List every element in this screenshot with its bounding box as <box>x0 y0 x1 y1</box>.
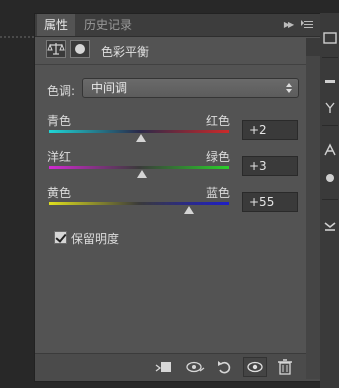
collapse-panel-icon[interactable]: ▶▶ <box>279 14 297 36</box>
adjustment-title: 色彩平衡 <box>101 45 150 59</box>
slider-row-yellow-blue: 黄色 蓝色 +55 <box>35 184 320 224</box>
view-previous-state-icon[interactable] <box>183 357 207 377</box>
yellow-blue-slider-track[interactable] <box>49 202 229 205</box>
tone-dropdown[interactable]: 中间调 <box>82 78 299 98</box>
tone-label: 色调: <box>47 84 76 98</box>
reset-icon[interactable] <box>213 357 237 377</box>
tab-properties[interactable]: 属性 <box>37 14 76 36</box>
slider-right-label: 蓝色 <box>205 186 230 200</box>
yellow-blue-value-input[interactable]: +55 <box>242 192 298 212</box>
panel-tab-bar: 属性 历史记录 ▶▶ <box>35 14 320 37</box>
slider-left-label: 洋红 <box>47 150 72 164</box>
canvas-background <box>0 36 34 38</box>
slider-row-magenta-green: 洋红 绿色 +3 <box>35 148 320 188</box>
cyan-red-slider-thumb[interactable] <box>135 134 146 142</box>
balance-scale-icon <box>46 40 66 58</box>
cyan-red-value-input[interactable]: +2 <box>242 120 298 140</box>
dock-tool-icon[interactable] <box>323 219 337 233</box>
dock-tool-icon[interactable] <box>323 75 337 89</box>
tab-history[interactable]: 历史记录 <box>77 14 139 36</box>
dock-tool-icon[interactable] <box>323 101 337 115</box>
header-divider <box>35 64 320 65</box>
tone-selected-value: 中间调 <box>91 81 128 95</box>
dock-tool-icon[interactable] <box>323 171 337 185</box>
right-dock-toolbar <box>320 13 339 388</box>
panel-menu-icon[interactable] <box>301 20 313 30</box>
mask-icon[interactable] <box>70 40 90 58</box>
slider-left-label: 青色 <box>47 114 72 128</box>
panel-scrollbar[interactable] <box>306 56 320 379</box>
preserve-luminosity-checkbox[interactable] <box>54 231 67 244</box>
dock-tool-icon[interactable] <box>323 143 337 157</box>
scrollbar-cap <box>306 38 320 56</box>
magenta-green-slider-thumb[interactable] <box>136 170 147 178</box>
properties-panel: 属性 历史记录 ▶▶ 色彩平衡 色调: 中间调 青色 红色 +2 洋红 绿色 +… <box>34 13 321 382</box>
clip-to-layer-icon[interactable] <box>153 357 177 377</box>
slider-right-label: 红色 <box>205 114 230 128</box>
panel-footer-toolbar <box>35 353 320 381</box>
dock-tool-icon[interactable] <box>323 31 337 45</box>
slider-right-label: 绿色 <box>205 150 230 164</box>
slider-left-label: 黄色 <box>47 186 72 200</box>
dock-separator <box>322 199 338 200</box>
visibility-eye-icon[interactable] <box>243 357 267 377</box>
cyan-red-slider-track[interactable] <box>49 130 229 133</box>
magenta-green-slider-track[interactable] <box>49 166 229 169</box>
dropdown-arrows-icon <box>286 81 292 95</box>
dock-separator <box>322 125 338 126</box>
preserve-luminosity-label: 保留明度 <box>71 232 120 246</box>
yellow-blue-slider-thumb[interactable] <box>183 206 194 214</box>
magenta-green-value-input[interactable]: +3 <box>242 156 298 176</box>
dock-separator <box>322 57 338 58</box>
slider-row-cyan-red: 青色 红色 +2 <box>35 112 320 152</box>
delete-trash-icon[interactable] <box>273 357 297 377</box>
